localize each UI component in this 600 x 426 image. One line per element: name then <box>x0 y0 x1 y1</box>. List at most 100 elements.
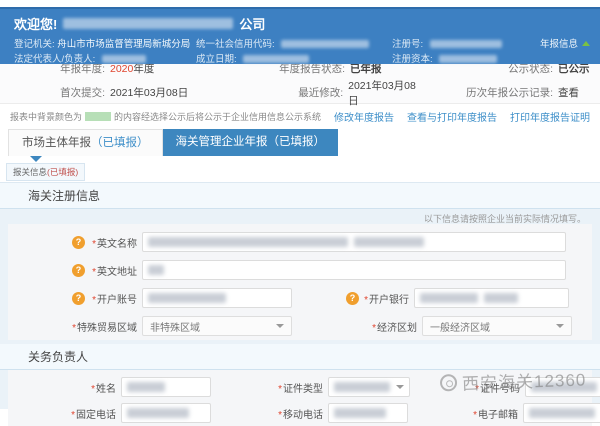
chevron-down-icon <box>396 385 404 389</box>
economic-zone-label: *经济区划 <box>362 319 417 334</box>
view-print-report-link[interactable]: 查看与打印年度报告 <box>407 109 497 124</box>
customs-form: ? *英文名称 ? *英文地址 ? *开户账号 <box>8 224 592 340</box>
id-type-select[interactable] <box>328 377 410 397</box>
help-icon[interactable]: ? <box>72 264 85 277</box>
form-row: ? *开户账号 ? *开户银行 <box>8 284 592 312</box>
special-trade-zone-label: *特殊贸易区域 <box>72 319 137 334</box>
establishment-date: 成立日期: <box>196 51 309 65</box>
tab-market-annual-report[interactable]: 市场主体年报（已填报） <box>8 129 163 156</box>
redacted-value <box>127 382 165 392</box>
required-mark: * <box>372 323 376 334</box>
required-mark: * <box>92 267 96 278</box>
form-row: ? *英文名称 <box>8 228 592 256</box>
redacted-value <box>334 408 386 418</box>
form-row: *固定电话 *移动电话 *电子邮箱 <box>8 400 592 426</box>
landline-input[interactable] <box>121 403 211 423</box>
english-address-label: *英文地址 <box>89 263 137 278</box>
special-trade-zone-select[interactable]: 非特殊区域 <box>142 316 292 336</box>
english-address-input[interactable] <box>142 260 566 280</box>
required-mark: * <box>92 295 96 306</box>
redacted-value <box>531 382 597 392</box>
view-history-link[interactable]: 查看 <box>558 85 579 100</box>
email-input[interactable] <box>523 403 600 423</box>
english-name-input[interactable] <box>142 232 566 252</box>
officer-form: *姓名 *证件类型 *证件号码 *固定电话 *移动电话 *电子邮箱 <box>8 370 592 426</box>
publicity-history: 历次年报公示记录: 查看 <box>425 78 600 108</box>
redacted-value <box>430 40 502 48</box>
id-number-input[interactable] <box>525 377 600 397</box>
mobile-label: *移动电话 <box>211 406 323 421</box>
required-mark: * <box>278 384 282 395</box>
help-icon[interactable]: ? <box>72 292 85 305</box>
required-mark: * <box>364 295 368 306</box>
bank-name-input[interactable] <box>414 288 569 308</box>
redacted-value <box>334 382 390 392</box>
redacted-value <box>439 55 497 63</box>
fill-hint: 以下信息请按照企业当前实际情况填写。 <box>0 209 600 224</box>
report-tabs: 市场主体年报（已填报） 海关管理企业年报（已填报） <box>0 129 600 156</box>
redacted-value <box>148 237 348 247</box>
company-name-redacted <box>63 18 233 29</box>
content-panel: 海关注册信息 以下信息请按照企业当前实际情况填写。 ? *英文名称 ? *英文地… <box>0 182 600 409</box>
chevron-down-icon <box>276 324 284 328</box>
required-mark: * <box>91 384 95 395</box>
caret-up-icon <box>582 41 590 46</box>
subtab-declaration-info[interactable]: 报关信息(已填报) <box>6 163 85 181</box>
redacted-value <box>420 293 478 303</box>
section-title: 关务负责人 <box>28 350 88 364</box>
help-icon[interactable]: ? <box>346 292 359 305</box>
form-row: *姓名 *证件类型 *证件号码 <box>8 374 592 400</box>
required-mark: * <box>92 239 96 250</box>
redacted-value <box>148 293 226 303</box>
form-row: ? *英文地址 <box>8 256 592 284</box>
help-icon[interactable]: ? <box>72 236 85 249</box>
email-label: *电子邮箱 <box>408 406 518 421</box>
mobile-input[interactable] <box>328 403 408 423</box>
section-title: 海关注册信息 <box>28 189 100 203</box>
legal-representative: 法定代表人/负责人: <box>14 51 146 65</box>
id-type-label: *证件类型 <box>211 380 323 395</box>
redacted-value <box>484 293 518 303</box>
redacted-value <box>354 237 424 247</box>
name-input[interactable] <box>121 377 211 397</box>
registered-capital: 注册资本: <box>392 51 497 65</box>
last-modified: 最近修改: 2021年03月08日 <box>235 78 425 108</box>
required-mark: * <box>71 410 75 421</box>
bank-account-input[interactable] <box>142 288 292 308</box>
top-strip <box>0 0 600 7</box>
landline-label: *固定电话 <box>8 406 116 421</box>
redacted-value <box>127 408 189 418</box>
first-submit-value: 2021年03月08日 <box>110 85 188 100</box>
green-swatch <box>85 112 111 121</box>
note-band: 报表中背景颜色为 的内容经选择公示后将公示于企业信用信息公示系统 修改年度报告 … <box>0 104 600 129</box>
redacted-value <box>148 265 164 275</box>
form-row: *特殊贸易区域 非特殊区域 *经济区划 一般经济区域 <box>8 312 592 340</box>
welcome-text: 欢迎您! <box>14 14 57 33</box>
subtab-row: 报关信息(已填报) <box>0 156 600 182</box>
redacted-value <box>529 408 595 418</box>
bank-account-label: *开户账号 <box>89 291 137 306</box>
publicity-note: 报表中背景颜色为 的内容经选择公示后将公示于企业信用信息公示系统 <box>10 110 321 123</box>
section-customs-officer: 关务负责人 <box>0 344 600 370</box>
welcome-row: 欢迎您! 公司 <box>14 14 265 33</box>
required-mark: * <box>72 323 76 334</box>
redacted-value <box>243 55 309 63</box>
id-number-label: *证件号码 <box>410 380 520 395</box>
print-certificate-link[interactable]: 打印年度报告证明 <box>510 109 590 124</box>
tab-customs-annual-report[interactable]: 海关管理企业年报（已填报） <box>163 129 339 156</box>
last-modified-value: 2021年03月08日 <box>348 78 425 108</box>
required-mark: * <box>473 410 477 421</box>
modify-report-link[interactable]: 修改年度报告 <box>334 109 394 124</box>
first-submit: 首次提交: 2021年03月08日 <box>0 78 235 108</box>
redacted-value <box>102 55 146 63</box>
english-name-label: *英文名称 <box>89 235 137 250</box>
chevron-down-icon <box>556 324 564 328</box>
required-mark: * <box>278 410 282 421</box>
report-actions: 修改年度报告 查看与打印年度报告 打印年度报告证明 <box>334 109 590 124</box>
annual-info-toggle[interactable]: 年报信息 <box>540 36 590 50</box>
company-suffix: 公司 <box>239 14 265 33</box>
economic-zone-select[interactable]: 一般经济区域 <box>422 316 572 336</box>
credit-code: 统一社会信用代码: <box>196 36 369 50</box>
name-label: *姓名 <box>8 380 116 395</box>
registration-number: 注册号: <box>392 36 502 50</box>
